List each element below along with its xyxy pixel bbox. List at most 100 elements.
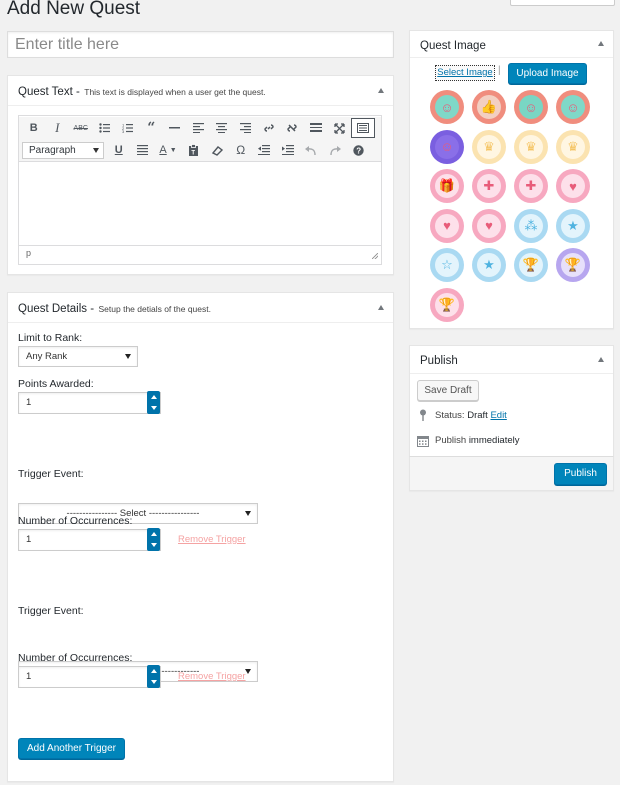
remove-trigger-link[interactable]: Remove Trigger [178, 671, 246, 682]
points-awarded-label: Points Awarded: [18, 378, 94, 390]
indent-icon[interactable] [276, 140, 300, 160]
align-right-icon[interactable] [234, 118, 258, 138]
undo-icon[interactable] [300, 140, 324, 160]
teal-monster-badge-icon[interactable]: ☺ [556, 90, 590, 124]
thumbs-up-badge-icon[interactable]: 👍 [472, 90, 506, 124]
spin-up-icon[interactable] [150, 668, 157, 673]
add-trigger-button[interactable]: Add Another Trigger [18, 738, 125, 759]
occurrences-spinner[interactable] [147, 528, 160, 551]
text-editor: B I ABC 123 “ Paragraph U A ▼ T Ω ? p [18, 115, 382, 265]
limit-rank-label: Limit to Rank: [18, 332, 83, 344]
upload-image-button[interactable]: Upload Image [508, 63, 587, 84]
three-stars-badge-icon[interactable]: ⁂ [514, 208, 548, 243]
underline-icon[interactable]: U [107, 140, 131, 160]
calendar-icon [417, 434, 429, 452]
publish-heading: Publish [420, 355, 458, 367]
text-color-icon[interactable]: A ▼ [154, 140, 182, 160]
chevron-down-icon [245, 669, 251, 674]
limit-rank-select[interactable]: Any Rank [18, 346, 138, 367]
green-monster-badge-icon[interactable]: ☺ [430, 90, 464, 124]
trigger-event-label: Trigger Event: [18, 468, 84, 480]
help-icon[interactable]: ? [347, 140, 371, 160]
publish-label: Publish [435, 435, 467, 446]
spin-down-icon[interactable] [150, 406, 157, 411]
spin-down-icon[interactable] [150, 543, 157, 548]
element-path[interactable]: p [26, 248, 31, 258]
heart-plus-badge-icon[interactable]: ♥ [430, 208, 464, 243]
special-character-icon[interactable]: Ω [229, 140, 253, 160]
occurrences-spinner[interactable] [147, 665, 160, 688]
fullscreen-icon[interactable] [328, 118, 352, 138]
save-draft-button[interactable]: Save Draft [417, 380, 479, 401]
clear-formatting-icon[interactable] [206, 140, 230, 160]
insert-link-icon[interactable] [257, 118, 281, 138]
crown-badge-icon[interactable]: ♛ [514, 129, 548, 164]
occurrences-input[interactable]: 1 [18, 666, 161, 688]
svg-text:?: ? [356, 146, 361, 155]
chevron-down-icon [245, 511, 251, 516]
heart-minus-badge-icon[interactable]: ♥ [556, 169, 590, 203]
star-outline-badge-icon[interactable]: ☆ [430, 248, 464, 282]
screen-options-tab[interactable] [510, 0, 615, 6]
justify-icon[interactable] [131, 140, 155, 160]
paragraph-format-select[interactable]: Paragraph [22, 141, 104, 159]
spin-up-icon[interactable] [150, 394, 157, 399]
toolbar-toggle-icon[interactable] [351, 118, 375, 138]
points-spinner[interactable] [147, 391, 160, 414]
occurrences-input[interactable]: 1 [18, 529, 161, 551]
remove-trigger-link[interactable]: Remove Trigger [178, 534, 246, 545]
trophy-badge-icon[interactable]: 🏆 [514, 248, 548, 282]
paste-as-text-icon[interactable]: T [182, 140, 206, 160]
horizontal-line-icon[interactable] [163, 118, 187, 138]
status-label: Status: [435, 410, 465, 421]
trigger-event-label: Trigger Event: [18, 605, 84, 617]
medkit-badge-icon[interactable]: ✚ [472, 169, 506, 203]
chevron-down-icon [93, 147, 99, 153]
title-input[interactable]: Enter title here [7, 31, 394, 58]
collapse-arrow-icon[interactable] [378, 305, 384, 310]
purple-monster-badge-icon[interactable]: ☺ [430, 129, 464, 164]
publish-when: immediately [468, 435, 520, 446]
bold-icon[interactable]: B [22, 118, 46, 138]
quest-details-header[interactable]: Quest Details - Setup the detials of the… [8, 293, 393, 323]
crown-badge-icon[interactable]: ♛ [556, 129, 590, 164]
select-image-link[interactable]: Select Image [435, 65, 495, 81]
numbered-list-icon[interactable]: 123 [116, 118, 140, 138]
occurrences-label: Number of Occurrences: [18, 515, 133, 527]
outdent-icon[interactable] [253, 140, 277, 160]
bullet-list-icon[interactable] [93, 118, 117, 138]
spin-up-icon[interactable] [150, 531, 157, 536]
resize-handle-icon[interactable] [372, 253, 378, 259]
align-center-icon[interactable] [210, 118, 234, 138]
crown-badge-icon[interactable]: ♛ [472, 129, 506, 164]
blue-monster-badge-icon[interactable]: ☺ [514, 90, 548, 124]
trophy-pink-badge-icon[interactable]: 🏆 [430, 287, 464, 322]
pin-icon [419, 409, 427, 424]
collapse-arrow-icon[interactable] [598, 357, 604, 362]
redo-icon[interactable] [323, 140, 347, 160]
collapse-arrow-icon[interactable] [378, 88, 384, 93]
publish-button[interactable]: Publish [554, 463, 607, 485]
read-more-icon[interactable] [304, 118, 328, 138]
heart-badge-icon[interactable]: ♥ [472, 208, 506, 243]
spin-down-icon[interactable] [150, 680, 157, 685]
quest-text-header[interactable]: Quest Text - This text is displayed when… [8, 76, 393, 106]
star-badge-icon[interactable]: ★ [556, 208, 590, 243]
quest-image-header[interactable]: Quest Image [410, 31, 613, 58]
align-left-icon[interactable] [187, 118, 211, 138]
blockquote-icon[interactable]: “ [140, 118, 164, 138]
star-badge-icon[interactable]: ★ [472, 248, 506, 282]
points-awarded-input[interactable]: 1 [18, 392, 161, 414]
remove-link-icon[interactable] [281, 118, 305, 138]
quest-details-heading: Quest Details - [18, 303, 95, 315]
status-edit-link[interactable]: Edit [490, 410, 506, 421]
italic-icon[interactable]: I [46, 118, 70, 138]
gift-badge-icon[interactable]: 🎁 [430, 169, 464, 203]
plus-badge-icon[interactable]: ✚ [514, 169, 548, 203]
editor-content-area[interactable] [19, 161, 381, 245]
collapse-arrow-icon[interactable] [598, 41, 604, 46]
trophy-purple-badge-icon[interactable]: 🏆 [556, 248, 590, 282]
strikethrough-icon[interactable]: ABC [69, 118, 93, 138]
publish-header[interactable]: Publish [410, 346, 613, 374]
page-title: Add New Quest [7, 0, 141, 19]
